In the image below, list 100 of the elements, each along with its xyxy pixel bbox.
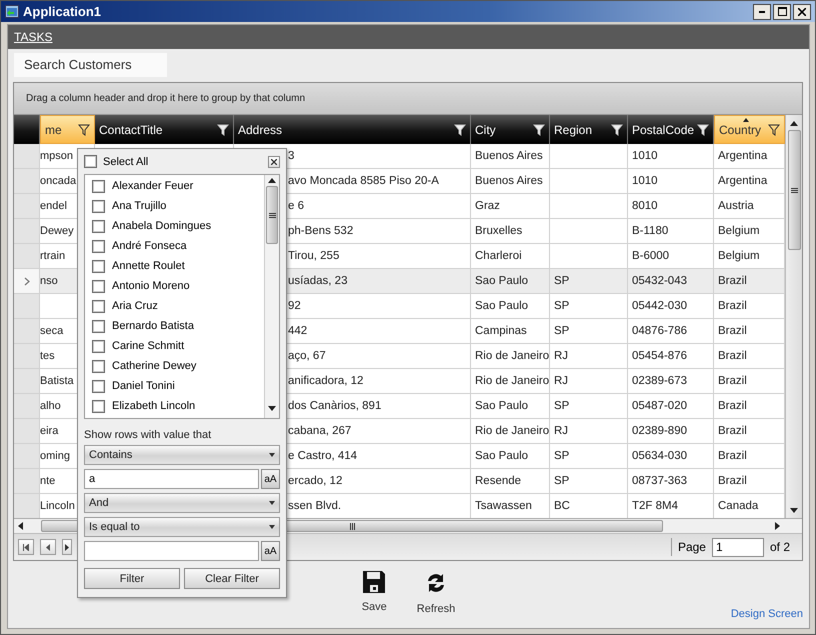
logic-dropdown[interactable]: And bbox=[84, 493, 280, 513]
table-cell: Brazil bbox=[718, 325, 747, 337]
filter-icon[interactable] bbox=[217, 124, 229, 136]
list-item[interactable]: Alexander Feuer bbox=[112, 180, 194, 192]
checkbox[interactable] bbox=[92, 300, 105, 312]
table-cell: Brazil bbox=[718, 275, 747, 287]
checkbox[interactable] bbox=[92, 260, 105, 272]
scroll-down-icon[interactable] bbox=[790, 508, 798, 513]
scroll-down-icon[interactable] bbox=[268, 406, 276, 411]
table-cell: Resende bbox=[475, 475, 522, 487]
match-case-button[interactable]: aA bbox=[261, 541, 280, 561]
checkbox[interactable] bbox=[92, 340, 105, 352]
table-cell: nso bbox=[40, 275, 58, 287]
list-item[interactable]: André Fonseca bbox=[112, 240, 187, 252]
table-cell: Rio de Janeiro bbox=[475, 375, 549, 387]
design-screen-link[interactable]: Design Screen bbox=[730, 608, 803, 620]
minimize-button[interactable] bbox=[753, 4, 771, 20]
column-header[interactable]: Address bbox=[234, 115, 471, 144]
list-item[interactable]: Annette Roulet bbox=[112, 260, 185, 272]
checkbox[interactable] bbox=[92, 320, 105, 332]
filter-icon[interactable] bbox=[454, 124, 466, 136]
column-header[interactable]: ContactTitle bbox=[95, 115, 234, 144]
value-field[interactable]: a bbox=[84, 469, 259, 489]
refresh-button[interactable]: Refresh bbox=[416, 571, 456, 615]
filter-icon[interactable] bbox=[768, 124, 780, 136]
table-cell: 04876-786 bbox=[632, 325, 687, 337]
list-item[interactable]: Anabela Domingues bbox=[112, 220, 212, 232]
list-item[interactable]: Aria Cruz bbox=[112, 300, 158, 312]
first-page-button[interactable] bbox=[18, 539, 34, 555]
table-cell: seca bbox=[40, 325, 64, 337]
table-cell: 08737-363 bbox=[632, 475, 687, 487]
column-header[interactable]: Region bbox=[550, 115, 628, 144]
select-all-label[interactable]: Select All bbox=[103, 156, 148, 168]
match-case-button[interactable]: aA bbox=[261, 469, 280, 489]
table-cell: e Castro, 414 bbox=[288, 450, 358, 462]
filter-prompt: Show rows with value that bbox=[84, 429, 212, 441]
table-cell: Rio de Janeiro bbox=[475, 350, 549, 362]
table-cell: SP bbox=[554, 325, 570, 337]
tasks-link[interactable]: TASKS bbox=[14, 30, 52, 44]
list-item[interactable]: Daniel Tonini bbox=[112, 380, 175, 392]
filter-action-button[interactable]: Clear Filter bbox=[184, 568, 280, 589]
filter-icon[interactable] bbox=[533, 124, 545, 136]
checkbox[interactable] bbox=[92, 220, 105, 232]
table-cell: B-1180 bbox=[632, 225, 668, 237]
dropdown-arrow-icon bbox=[269, 453, 275, 457]
table-cell: aço, 67 bbox=[288, 350, 326, 362]
checkbox[interactable] bbox=[92, 200, 105, 212]
checkbox[interactable] bbox=[92, 380, 105, 392]
list-item[interactable]: Antonio Moreno bbox=[112, 280, 190, 292]
scroll-up-icon[interactable] bbox=[268, 178, 276, 183]
page-field[interactable]: 1 bbox=[712, 538, 764, 556]
table-cell: SP bbox=[554, 400, 570, 412]
list-item[interactable]: Bernardo Batista bbox=[112, 320, 194, 332]
operator-dropdown[interactable]: Contains bbox=[84, 445, 280, 465]
list-item[interactable]: Elizabeth Lincoln bbox=[112, 400, 196, 412]
checkbox[interactable] bbox=[92, 180, 105, 192]
value-field[interactable] bbox=[84, 541, 259, 561]
tab[interactable]: Search Customers bbox=[14, 53, 167, 77]
table-cell: 1010 bbox=[632, 175, 658, 187]
column-header[interactable]: City bbox=[471, 115, 550, 144]
list-item[interactable]: Carine Schmitt bbox=[112, 340, 184, 352]
previous-page-button[interactable] bbox=[40, 539, 56, 555]
close-button[interactable] bbox=[268, 156, 280, 168]
filter-icon[interactable] bbox=[697, 124, 709, 136]
first-page-icon bbox=[23, 544, 29, 550]
save-button[interactable]: Save bbox=[362, 571, 387, 613]
dropdown-arrow-icon bbox=[269, 525, 275, 529]
checkbox[interactable] bbox=[84, 155, 97, 168]
table-cell: SP bbox=[554, 275, 570, 287]
column-header[interactable]: me bbox=[40, 115, 95, 144]
table-cell: BC bbox=[554, 500, 570, 512]
column-header[interactable]: PostalCode bbox=[628, 115, 714, 144]
close-icon bbox=[271, 158, 277, 164]
table-cell: Lincoln bbox=[40, 500, 75, 512]
grip-icon bbox=[790, 188, 798, 192]
table-cell: 05487-020 bbox=[632, 400, 687, 412]
table-cell: cabana, 267 bbox=[288, 425, 352, 437]
filter-icon[interactable] bbox=[78, 124, 90, 136]
column-header[interactable]: Country bbox=[714, 115, 785, 144]
checkbox[interactable] bbox=[92, 360, 105, 372]
vertical-scrollbar[interactable] bbox=[785, 115, 802, 518]
sort-ascending-icon bbox=[743, 118, 749, 122]
list-item[interactable]: Catherine Dewey bbox=[112, 360, 196, 372]
table-cell: Brazil bbox=[718, 425, 747, 437]
checkbox[interactable] bbox=[92, 400, 105, 412]
list-scrollbar[interactable] bbox=[264, 175, 279, 418]
scroll-right-icon[interactable] bbox=[775, 522, 780, 530]
close-button[interactable] bbox=[793, 4, 811, 20]
table-cell: tes bbox=[40, 350, 55, 362]
filter-icon[interactable] bbox=[611, 124, 623, 136]
checkbox[interactable] bbox=[92, 280, 105, 292]
checkbox[interactable] bbox=[92, 240, 105, 252]
scroll-left-icon[interactable] bbox=[18, 522, 23, 530]
scroll-up-icon[interactable] bbox=[790, 121, 798, 126]
list-item[interactable]: Ana Trujillo bbox=[112, 200, 166, 212]
operator-dropdown[interactable]: Is equal to bbox=[84, 517, 280, 537]
maximize-button[interactable] bbox=[773, 4, 791, 20]
next-page-button[interactable] bbox=[62, 539, 72, 555]
filter-action-button[interactable]: Filter bbox=[84, 568, 180, 589]
table-cell: Charleroi bbox=[475, 250, 522, 262]
